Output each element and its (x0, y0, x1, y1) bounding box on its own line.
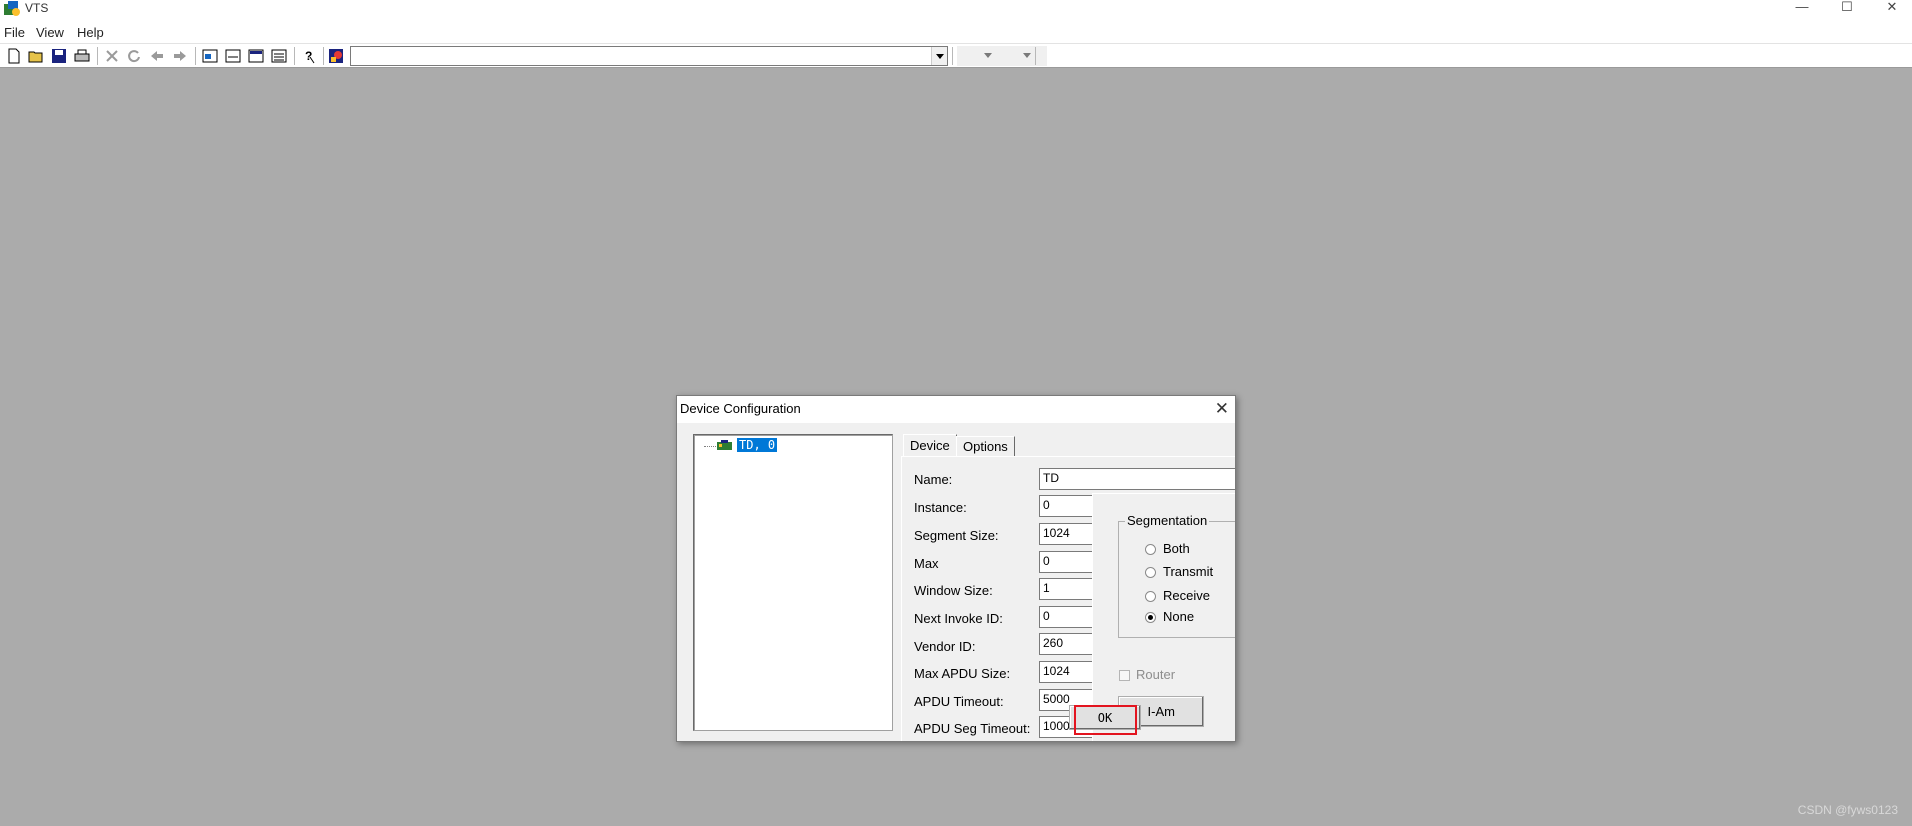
name-label: Name: (914, 472, 953, 487)
minimize-button[interactable]: — (1780, 0, 1824, 16)
ok-highlight-annotation (1074, 705, 1137, 735)
toolbar-combo-box[interactable] (350, 46, 948, 66)
segmentation-receive-radio[interactable] (1145, 591, 1156, 602)
toolbar-separator (97, 47, 98, 65)
tree-connector-line (704, 446, 716, 447)
device-configuration-dialog: Device Configuration ✕ TD, 0 Device Opti… (676, 395, 1236, 742)
title-bar: VTS — ☐ ✕ (0, 0, 1912, 23)
new-file-icon[interactable] (6, 48, 22, 64)
context-help-icon[interactable]: ? (301, 48, 317, 64)
menu-bar: File View Help (0, 23, 1912, 43)
segmentation-transmit-radio[interactable] (1145, 567, 1156, 578)
router-label: Router (1136, 667, 1176, 682)
segmentation-none-label[interactable]: None (1163, 609, 1194, 624)
next-invoke-id-label: Next Invoke ID: (914, 611, 1003, 626)
toolbar-separator (1035, 47, 1036, 65)
instance-label: Instance: (914, 500, 967, 515)
max-apdu-size-field[interactable]: 1024 (1039, 661, 1093, 683)
svg-text:?: ? (305, 49, 312, 63)
dialog-title: Device Configuration (680, 401, 801, 416)
name-field[interactable]: TD (1039, 468, 1235, 490)
segment-size-label: Segment Size: (914, 528, 999, 543)
chevron-down-icon (1023, 53, 1031, 58)
segmentation-title: Segmentation (1125, 513, 1210, 528)
toolbar-separator (952, 47, 953, 65)
vendor-id-label: Vendor ID: (914, 639, 976, 654)
vts-app-icon (4, 1, 20, 16)
menu-help[interactable]: Help (77, 25, 104, 40)
apdu-timeout-label: APDU Timeout: (914, 694, 1004, 709)
watermark: CSDN @fyws0123 (1797, 803, 1898, 817)
chevron-down-icon (984, 53, 992, 58)
delete-icon[interactable] (104, 48, 120, 64)
segment-size-field[interactable]: 1024 (1039, 523, 1093, 545)
segmentation-both-label[interactable]: Both (1163, 541, 1190, 556)
tab-device[interactable]: Device (903, 434, 957, 457)
refresh-icon[interactable] (126, 48, 142, 64)
next-invoke-id-field[interactable]: 0 (1039, 606, 1093, 628)
segmentation-receive-label[interactable]: Receive (1163, 588, 1210, 603)
max-apdu-size-label: Max APDU Size: (914, 666, 1011, 681)
toolbar-separator (195, 47, 196, 65)
forward-arrow-icon[interactable] (172, 48, 188, 64)
router-checkbox[interactable] (1119, 670, 1130, 681)
script-icon[interactable] (328, 48, 344, 64)
dialog-title-bar: Device Configuration ✕ (677, 396, 1235, 423)
tertiary-combo-box[interactable] (1002, 46, 1047, 66)
max-field[interactable]: 0 (1039, 551, 1093, 573)
hex-view-icon[interactable] (225, 48, 241, 64)
segmentation-both-radio[interactable] (1145, 544, 1156, 555)
device-tree[interactable]: TD, 0 (693, 434, 893, 731)
max-label: Max (914, 556, 939, 571)
segmentation-transmit-label[interactable]: Transmit (1163, 564, 1213, 579)
window-size-field[interactable]: 1 (1039, 578, 1093, 600)
close-window-button[interactable]: ✕ (1870, 0, 1912, 16)
combo-dropdown-button[interactable] (931, 47, 947, 65)
toolbar-separator (323, 47, 324, 65)
tree-node-td[interactable]: TD, 0 (737, 438, 778, 452)
menu-file[interactable]: File (4, 25, 25, 40)
window-title: VTS (25, 1, 49, 15)
list-view-icon[interactable] (271, 48, 287, 64)
window-size-label: Window Size: (914, 583, 993, 598)
toolbar: ? (0, 43, 1912, 68)
open-folder-icon[interactable] (28, 48, 44, 64)
device-window-icon[interactable] (202, 48, 218, 64)
segmentation-none-radio[interactable] (1145, 612, 1156, 623)
chevron-down-icon (936, 54, 944, 59)
tab-options[interactable]: Options (956, 436, 1015, 456)
vendor-id-field[interactable]: 260 (1039, 633, 1093, 655)
toolbar-separator (294, 47, 295, 65)
instance-field[interactable]: 0 (1039, 495, 1093, 517)
secondary-combo-box[interactable] (957, 46, 1002, 66)
device-node-icon (717, 440, 732, 450)
menu-view[interactable]: View (36, 25, 64, 40)
print-icon[interactable] (74, 48, 90, 64)
detail-view-icon[interactable] (248, 48, 264, 64)
back-arrow-icon[interactable] (149, 48, 165, 64)
save-icon[interactable] (51, 48, 67, 64)
apdu-seg-timeout-label: APDU Seg Timeout: (914, 721, 1031, 736)
dialog-close-button[interactable]: ✕ (1215, 399, 1229, 419)
maximize-button[interactable]: ☐ (1825, 0, 1869, 16)
